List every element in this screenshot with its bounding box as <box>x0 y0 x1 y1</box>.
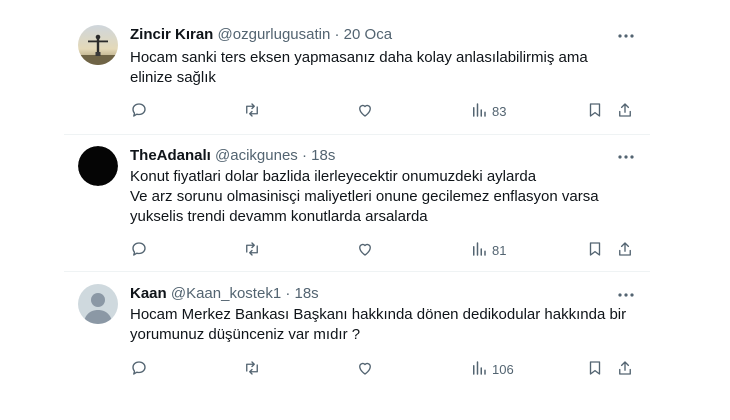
views-button[interactable]: 81 <box>470 240 506 260</box>
views-button[interactable]: 106 <box>470 359 514 379</box>
bookmark-button[interactable] <box>586 101 604 121</box>
more-horizontal-icon[interactable] <box>616 285 636 305</box>
tweet-text-line: Konut fiyatlari dolar bazlida ilerleyece… <box>130 168 537 185</box>
reply-tweet[interactable]: TheAdanalı @acikgunes · 18s Konut fiyatl… <box>64 135 650 271</box>
tweet-text-line: Ve arz sorunu olmasinisçi maliyetleri on… <box>130 188 599 205</box>
heart-icon <box>356 359 374 380</box>
avatar[interactable] <box>78 146 118 186</box>
retweet-button[interactable] <box>243 101 261 121</box>
reply-button[interactable] <box>130 240 148 260</box>
tweet-text: Konut fiyatlari dolar bazlida ilerleyece… <box>130 167 620 227</box>
action-bar: 83 <box>130 101 636 121</box>
reply-tweet[interactable]: Zincir Kıran @ozgurlugusatin · 20 Oca Ho… <box>64 0 650 135</box>
bookmark-icon <box>586 359 604 380</box>
reply-icon <box>130 101 148 122</box>
action-bar: 106 <box>130 359 636 379</box>
view-count: 83 <box>492 103 507 119</box>
separator-dot: · <box>301 147 307 164</box>
bookmark-icon <box>586 101 604 122</box>
reply-tweet[interactable]: Kaan @Kaan_kostek1 · 18s Hocam Merkez Ba… <box>64 272 650 402</box>
display-name[interactable]: Kaan <box>130 285 167 302</box>
more-horizontal-icon[interactable] <box>616 26 636 46</box>
retweet-icon <box>243 101 261 122</box>
bar-chart-icon <box>470 359 488 380</box>
tweet-text-line: Hocam Merkez Bankası Başkanı hakkında dö… <box>130 306 627 323</box>
retweet-button[interactable] <box>243 240 261 260</box>
tweet-text: Hocam sanki ters eksen yapmasanız daha k… <box>130 48 620 88</box>
avatar[interactable] <box>78 25 118 65</box>
bookmark-icon <box>586 240 604 261</box>
reply-button[interactable] <box>130 359 148 379</box>
like-button[interactable] <box>356 359 374 379</box>
timestamp[interactable]: 18s <box>311 147 335 164</box>
tweet-header: Kaan @Kaan_kostek1 · 18s <box>130 284 319 304</box>
view-count: 81 <box>492 242 507 258</box>
retweet-icon <box>243 359 261 380</box>
retweet-icon <box>243 240 261 261</box>
reply-feed: Zincir Kıran @ozgurlugusatin · 20 Oca Ho… <box>64 0 650 420</box>
bookmark-button[interactable] <box>586 240 604 260</box>
tweet-text: Hocam Merkez Bankası Başkanı hakkında dö… <box>130 305 627 345</box>
views-button[interactable]: 83 <box>470 101 506 121</box>
view-count: 106 <box>492 361 514 377</box>
separator-dot: · <box>285 285 291 302</box>
share-icon <box>616 101 634 122</box>
reply-icon <box>130 240 148 261</box>
reply-button[interactable] <box>130 101 148 121</box>
tweet-text-line: Hocam sanki ters eksen yapmasanız daha k… <box>130 49 588 66</box>
share-button[interactable] <box>616 240 634 260</box>
bar-chart-icon <box>470 101 488 122</box>
like-button[interactable] <box>356 101 374 121</box>
tweet-text-line: yukselis trendi devamm konutlarda arsala… <box>130 208 428 225</box>
heart-icon <box>356 101 374 122</box>
heart-icon <box>356 240 374 261</box>
more-horizontal-icon[interactable] <box>616 147 636 167</box>
share-button[interactable] <box>616 101 634 121</box>
like-button[interactable] <box>356 240 374 260</box>
user-handle[interactable]: @Kaan_kostek1 <box>171 285 281 302</box>
tweet-text-line: yorumunuz düşünceniz var mıdır ? <box>130 326 361 343</box>
separator-dot: · <box>334 26 340 43</box>
timestamp[interactable]: 20 Oca <box>344 26 392 43</box>
retweet-button[interactable] <box>243 359 261 379</box>
reply-icon <box>130 359 148 380</box>
share-icon <box>616 240 634 261</box>
timestamp[interactable]: 18s <box>295 285 319 302</box>
tweet-text-line: elinize sağlık <box>130 69 216 86</box>
share-icon <box>616 359 634 380</box>
display-name[interactable]: TheAdanalı <box>130 147 211 164</box>
display-name[interactable]: Zincir Kıran <box>130 26 213 43</box>
avatar[interactable] <box>78 284 118 324</box>
tweet-header: Zincir Kıran @ozgurlugusatin · 20 Oca <box>130 25 392 45</box>
bookmark-button[interactable] <box>586 359 604 379</box>
user-handle[interactable]: @acikgunes <box>215 147 298 164</box>
tweet-header: TheAdanalı @acikgunes · 18s <box>130 146 335 166</box>
share-button[interactable] <box>616 359 634 379</box>
action-bar: 81 <box>130 240 636 260</box>
user-handle[interactable]: @ozgurlugusatin <box>218 26 331 43</box>
bar-chart-icon <box>470 240 488 261</box>
